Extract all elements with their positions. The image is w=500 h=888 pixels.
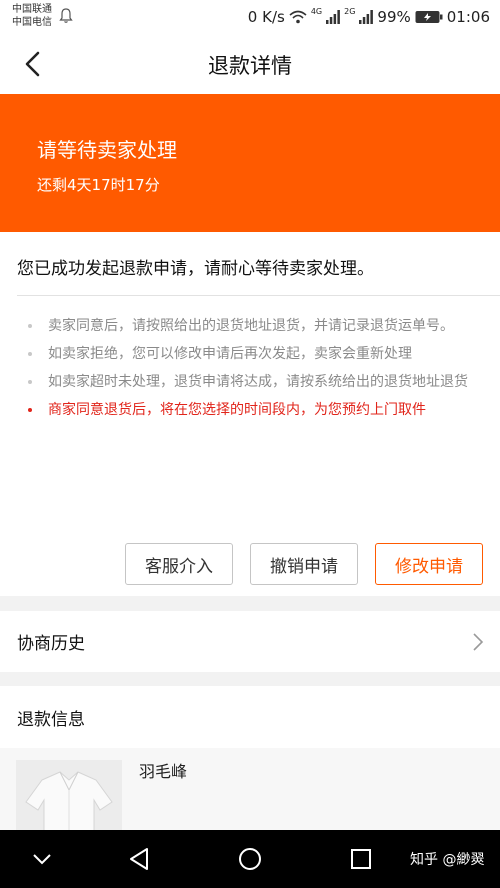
- carrier-labels: 中国联通 中国电信: [12, 3, 52, 29]
- refund-info-section: 退款信息: [0, 686, 500, 748]
- product-name: 羽毛峰: [139, 762, 188, 781]
- refund-info-label: 退款信息: [17, 710, 85, 730]
- battery-charging-icon: [415, 11, 443, 23]
- nav-bar: 退款详情: [0, 34, 500, 94]
- status-bar: 中国联通 中国电信 0 K/s 4G 2G 99% 01:06: [0, 0, 500, 34]
- tips-list: 卖家同意后，请按照给出的退货地址退货，并请记录退货运单号。 如卖家拒绝，您可以修…: [26, 314, 486, 426]
- history-label: 协商历史: [17, 634, 85, 654]
- chevron-down-icon[interactable]: [32, 852, 52, 866]
- network-type-1: 4G: [310, 6, 323, 16]
- carrier-1: 中国联通: [12, 4, 52, 15]
- network-type-2: 2G: [344, 6, 356, 16]
- notification-bell-icon: [59, 8, 73, 23]
- modify-request-button[interactable]: 修改申请: [375, 543, 483, 585]
- recents-square-icon[interactable]: [350, 848, 372, 870]
- tip-item: 如卖家超时未处理，退货申请将达成，请按系统给出的退货地址退货: [26, 370, 486, 394]
- customer-service-button[interactable]: 客服介入: [125, 543, 233, 585]
- battery-percent: 99%: [377, 8, 411, 26]
- signal-icon: [326, 10, 341, 24]
- banner-title: 请等待卖家处理: [37, 138, 177, 162]
- status-indicators: 0 K/s 4G 2G 99% 01:06: [248, 7, 490, 27]
- cancel-request-button[interactable]: 撤销申请: [250, 543, 358, 585]
- refund-status-card: 您已成功发起退款申请，请耐心等待卖家处理。 卖家同意后，请按照给出的退货地址退货…: [0, 232, 500, 596]
- tip-item: 如卖家拒绝，您可以修改申请后再次发起，卖家会重新处理: [26, 342, 486, 366]
- shirt-image: [16, 760, 122, 836]
- tip-item-highlight: 商家同意退货后，将在您选择的时间段内，为您预约上门取件: [26, 398, 486, 422]
- wifi-icon: [289, 10, 307, 24]
- product-thumbnail[interactable]: [16, 760, 122, 836]
- page-title: 退款详情: [208, 54, 292, 78]
- system-nav-bar: 知乎 @緲翜: [0, 830, 500, 888]
- watermark-text: 知乎 @緲翜: [410, 852, 485, 868]
- network-speed: 0 K/s: [247, 8, 285, 26]
- countdown-text: 还剩4天17时17分: [37, 176, 160, 194]
- negotiation-history-row[interactable]: 协商历史: [0, 611, 500, 672]
- divider: [17, 295, 500, 296]
- product-row[interactable]: 羽毛峰: [0, 748, 500, 836]
- chevron-right-icon: [473, 633, 484, 651]
- tip-item: 卖家同意后，请按照给出的退货地址退货，并请记录退货运单号。: [26, 314, 486, 338]
- carrier-2: 中国电信: [12, 17, 52, 28]
- status-banner: 请等待卖家处理 还剩4天17时17分: [0, 94, 500, 232]
- home-circle-icon[interactable]: [238, 847, 262, 871]
- signal-icon: [359, 10, 374, 24]
- status-headline: 您已成功发起退款申请，请耐心等待卖家处理。: [17, 259, 374, 279]
- back-triangle-icon[interactable]: [128, 847, 150, 871]
- clock: 01:06: [446, 8, 490, 26]
